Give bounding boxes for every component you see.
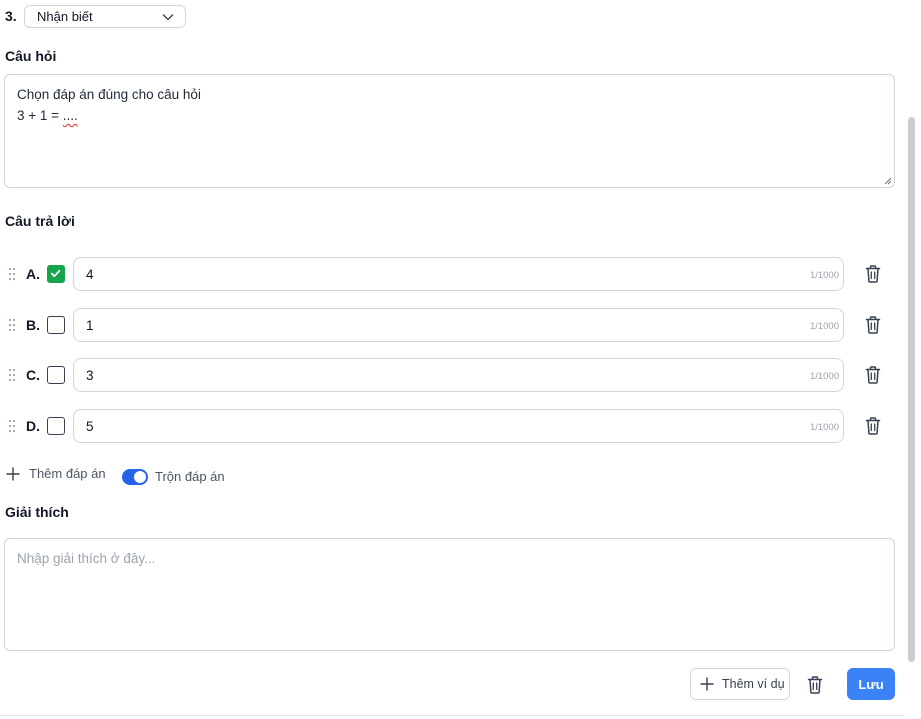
answer-value: 5 bbox=[86, 419, 94, 434]
plus-icon bbox=[700, 677, 714, 691]
add-example-label: Thêm ví dụ bbox=[722, 677, 785, 691]
explanation-label: Giải thích bbox=[5, 504, 69, 520]
toggle-knob bbox=[134, 471, 146, 483]
answer-row: B. 1 1/1000 bbox=[0, 308, 900, 342]
answer-input[interactable]: 1 1/1000 bbox=[73, 308, 844, 342]
add-answer-label: Thêm đáp án bbox=[29, 466, 106, 481]
question-label: Câu hỏi bbox=[5, 48, 57, 64]
question-blank: .... bbox=[62, 108, 78, 123]
answer-value: 4 bbox=[86, 267, 94, 282]
level-select-value: Nhận biết bbox=[37, 9, 93, 24]
answer-row: A. 4 1/1000 bbox=[0, 257, 900, 291]
explanation-textarea[interactable]: Nhập giải thích ở đây... bbox=[4, 538, 895, 651]
answer-input[interactable]: 4 1/1000 bbox=[73, 257, 844, 291]
correct-checkbox[interactable] bbox=[47, 265, 65, 283]
save-button[interactable]: Lưu bbox=[847, 668, 895, 700]
drag-handle-icon[interactable] bbox=[8, 419, 16, 433]
drag-handle-icon[interactable] bbox=[8, 368, 16, 382]
trash-icon[interactable] bbox=[864, 264, 882, 284]
answer-letter: D. bbox=[26, 418, 40, 434]
shuffle-toggle[interactable] bbox=[122, 469, 148, 485]
answer-value: 3 bbox=[86, 368, 94, 383]
divider bbox=[0, 715, 906, 716]
char-count: 1/1000 bbox=[809, 270, 839, 281]
answer-value: 1 bbox=[86, 318, 94, 333]
answer-letter: B. bbox=[26, 317, 40, 333]
correct-checkbox[interactable] bbox=[47, 316, 65, 334]
trash-icon[interactable] bbox=[806, 675, 824, 695]
answer-row: D. 5 1/1000 bbox=[0, 409, 900, 443]
drag-handle-icon[interactable] bbox=[8, 267, 16, 281]
drag-handle-icon[interactable] bbox=[8, 318, 16, 332]
checkmark-icon bbox=[50, 269, 61, 278]
answer-row: C. 3 1/1000 bbox=[0, 358, 900, 392]
shuffle-label: Trộn đáp án bbox=[155, 469, 225, 484]
correct-checkbox[interactable] bbox=[47, 417, 65, 435]
answer-input[interactable]: 5 1/1000 bbox=[73, 409, 844, 443]
trash-icon[interactable] bbox=[864, 315, 882, 335]
char-count: 1/1000 bbox=[809, 321, 839, 332]
plus-icon bbox=[6, 466, 20, 481]
char-count: 1/1000 bbox=[809, 422, 839, 433]
answer-letter: C. bbox=[26, 367, 40, 383]
question-line-2: 3 + 1 = .... bbox=[17, 105, 882, 126]
chevron-down-icon bbox=[162, 13, 174, 20]
add-example-button[interactable]: Thêm ví dụ bbox=[690, 668, 790, 700]
question-textarea[interactable]: Chọn đáp án đúng cho câu hỏi 3 + 1 = ...… bbox=[4, 74, 895, 188]
correct-checkbox[interactable] bbox=[47, 366, 65, 384]
question-number: 3. bbox=[5, 8, 17, 24]
add-answer-button[interactable]: Thêm đáp án bbox=[6, 466, 106, 481]
answer-letter: A. bbox=[26, 266, 40, 282]
trash-icon[interactable] bbox=[864, 416, 882, 436]
explanation-placeholder: Nhập giải thích ở đây... bbox=[17, 551, 156, 566]
question-line-2-text: 3 + 1 = bbox=[17, 108, 63, 123]
scrollbar-thumb[interactable] bbox=[908, 117, 915, 662]
resize-grip-icon[interactable] bbox=[884, 177, 892, 185]
answer-input[interactable]: 3 1/1000 bbox=[73, 358, 844, 392]
trash-icon[interactable] bbox=[864, 365, 882, 385]
question-line-1: Chọn đáp án đúng cho câu hỏi bbox=[17, 87, 201, 102]
answers-label: Câu trả lời bbox=[5, 213, 75, 229]
level-select[interactable]: Nhận biết bbox=[24, 5, 186, 28]
char-count: 1/1000 bbox=[809, 371, 839, 382]
